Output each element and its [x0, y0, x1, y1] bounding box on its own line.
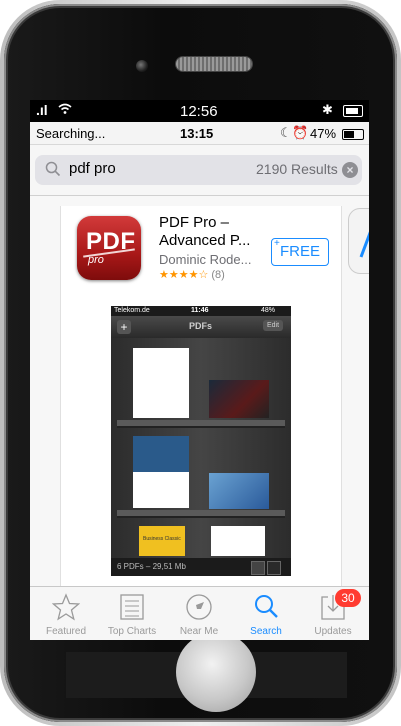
shot-carrier: Telekom.de	[114, 307, 150, 314]
shot-doc-4	[209, 473, 269, 509]
tab-top-charts-label: Top Charts	[107, 626, 157, 637]
inner-status-bar: Searching... 13:15 ☾ ⏰ 47%	[30, 122, 369, 145]
app-screenshot[interactable]: Telekom.de 11:46 48% + PDFs Edit Busines…	[111, 306, 291, 576]
shot-nav-bar: + PDFs Edit	[111, 316, 291, 338]
app-title-line1: PDF Pro –	[159, 214, 230, 231]
rating: ★★★★☆ (8)	[159, 268, 225, 281]
star-icon	[52, 593, 80, 621]
shot-doc-3	[133, 436, 189, 508]
results-count: 2190 Results	[256, 161, 338, 177]
search-tab-icon	[255, 595, 278, 618]
bluetooth-icon: ✱	[322, 102, 333, 117]
results-area: PDF pro PDF Pro – Advanced P... Dominic …	[30, 196, 369, 586]
shot-shelf-2	[117, 510, 285, 518]
tab-updates-label: Updates	[314, 626, 352, 637]
signal-icon: .ıl	[36, 102, 48, 118]
shot-shelves: Business Classic	[111, 338, 291, 558]
shot-doc-1	[133, 348, 189, 418]
app-title-line2: Advanced P...	[159, 232, 251, 249]
rating-stars: ★★★★☆	[159, 269, 209, 281]
inner-time: 13:15	[180, 126, 214, 141]
wifi-icon	[58, 102, 72, 118]
home-button[interactable]	[176, 632, 256, 712]
speaker-grille	[176, 57, 252, 71]
location-icon	[186, 594, 212, 620]
battery-icon	[343, 105, 363, 117]
shot-edit: Edit	[263, 320, 284, 331]
outer-status-bar: .ıl 12:56 ✱	[30, 100, 369, 122]
updates-badge: 30	[335, 589, 361, 607]
tab-search[interactable]: Search	[232, 587, 300, 640]
tab-top-charts[interactable]: Top Charts	[98, 587, 166, 640]
free-button-label: FREE	[279, 243, 320, 260]
tab-search-label: Search	[250, 626, 282, 637]
moon-icon: ☾	[280, 125, 292, 140]
tab-updates[interactable]: 30 Updates	[299, 587, 367, 640]
next-result-peek[interactable]	[348, 208, 369, 274]
grid-view-icon	[251, 561, 265, 575]
alarm-icon: ⏰	[292, 125, 309, 140]
plus-icon: +	[274, 238, 280, 249]
outer-time: 12:56	[180, 103, 218, 120]
shot-footer-text: 6 PDFs – 29,51 Mb	[117, 562, 186, 571]
shot-shelf-1	[117, 420, 285, 428]
list-view-icon	[267, 561, 281, 575]
shot-doc-5: Business Classic	[139, 526, 185, 556]
screen: .ıl 12:56 ✱ Searching... 13:15 ☾ ⏰ 47% p…	[30, 100, 369, 640]
app-title: PDF Pro – Advanced P...	[159, 214, 250, 250]
rating-count: (8)	[211, 269, 225, 281]
tab-near-me-label: Near Me	[179, 626, 219, 637]
shot-battery: 48%	[261, 307, 276, 314]
shot-footer: 6 PDFs – 29,51 Mb	[111, 558, 291, 576]
battery-percent: 47%	[310, 126, 337, 141]
shot-doc-6	[211, 526, 265, 556]
shot-time: 11:46	[191, 307, 209, 314]
shot-doc-2	[209, 380, 269, 418]
search-bar: pdf pro 2190 Results ×	[30, 145, 369, 196]
shot-add-icon: +	[117, 320, 131, 334]
search-input[interactable]: pdf pro 2190 Results ×	[35, 155, 362, 185]
shot-book-title: Business Classic	[143, 536, 181, 542]
search-query: pdf pro	[69, 160, 116, 177]
carrier-text: Searching...	[36, 126, 106, 141]
app-result-card[interactable]: PDF pro PDF Pro – Advanced P... Dominic …	[60, 206, 342, 586]
shot-status-bar: Telekom.de 11:46 48%	[111, 306, 291, 316]
tab-featured[interactable]: Featured	[32, 587, 100, 640]
free-button[interactable]: + FREE	[271, 238, 329, 266]
shot-title: PDFs	[189, 321, 213, 331]
search-icon	[45, 161, 61, 182]
developer-name: Dominic Rode...	[159, 252, 252, 267]
tab-featured-label: Featured	[45, 626, 87, 637]
tab-bar: Featured Top Charts Near Me Search 30 Up…	[30, 586, 369, 640]
tab-near-me[interactable]: Near Me	[165, 587, 233, 640]
list-icon	[120, 594, 144, 620]
camera-icon	[136, 60, 148, 72]
clear-icon[interactable]: ×	[342, 162, 358, 178]
inner-battery-icon	[342, 129, 364, 140]
app-icon[interactable]: PDF pro	[77, 216, 141, 280]
